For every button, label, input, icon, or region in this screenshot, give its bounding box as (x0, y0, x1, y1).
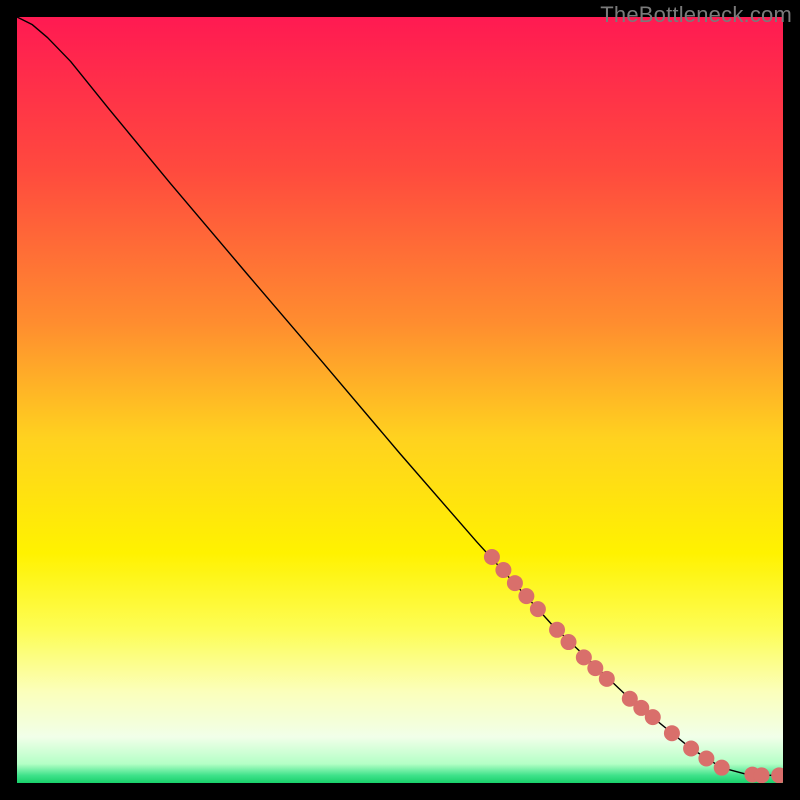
data-marker (484, 549, 500, 565)
data-marker (549, 622, 565, 638)
chart-svg (17, 17, 783, 783)
data-marker (530, 601, 546, 617)
data-marker (561, 634, 577, 650)
gradient-background (17, 17, 783, 783)
data-marker (664, 725, 680, 741)
chart-stage: TheBottleneck.com (0, 0, 800, 800)
data-marker (645, 709, 661, 725)
plot-area (17, 17, 783, 783)
data-marker (698, 750, 714, 766)
data-marker (495, 562, 511, 578)
watermark-text: TheBottleneck.com (600, 2, 792, 28)
data-marker (518, 588, 534, 604)
data-marker (683, 741, 699, 757)
data-marker (754, 767, 770, 783)
data-marker (507, 575, 523, 591)
data-marker (599, 671, 615, 687)
data-marker (714, 760, 730, 776)
